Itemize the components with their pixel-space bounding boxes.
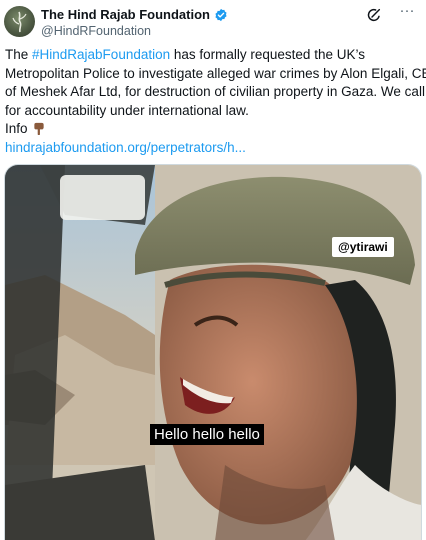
video-player[interactable]: @ytirawi Hello hello hello <box>4 164 422 540</box>
verified-badge-icon[interactable] <box>214 8 228 22</box>
more-options-button[interactable]: ··· <box>396 3 418 22</box>
tweet-line-3: of Meshek Afar Ltd, for destruction of c… <box>5 84 425 99</box>
tweet-line-4: for accountability under international l… <box>5 102 249 118</box>
author-avatar[interactable] <box>4 6 35 37</box>
tweet-line-1: The #HindRajabFoundation has formally re… <box>5 46 421 65</box>
hashtag-link[interactable]: #HindRajabFoundation <box>32 47 170 62</box>
video-subtitle: Hello hello hello <box>150 424 264 445</box>
video-frame-image <box>5 165 421 540</box>
video-watermark: @ytirawi <box>332 237 394 257</box>
tweet-line-5: Info <box>5 120 421 139</box>
grok-icon[interactable] <box>366 7 382 23</box>
tweet-header: The Hind Rajab Foundation @HindRFoundati… <box>0 0 426 42</box>
author-handle[interactable]: @HindRFoundation <box>41 24 151 38</box>
author-name-row: The Hind Rajab Foundation <box>41 7 228 22</box>
tweet-text-segment: The <box>5 47 33 62</box>
external-link[interactable]: hindrajabfoundation.org/perpetrators/h..… <box>5 139 421 158</box>
foundation-logo-icon <box>12 11 27 33</box>
tweet-text-segment: has formally requested the UK’s <box>170 47 365 62</box>
info-label: Info <box>5 121 28 136</box>
tweet-body: The #HindRajabFoundation has formally re… <box>5 46 426 158</box>
author-display-name[interactable]: The Hind Rajab Foundation <box>41 7 210 22</box>
tweet-line-2: Metropolitan Police to investigate alleg… <box>5 65 426 81</box>
pointing-down-emoji-icon <box>34 122 44 135</box>
